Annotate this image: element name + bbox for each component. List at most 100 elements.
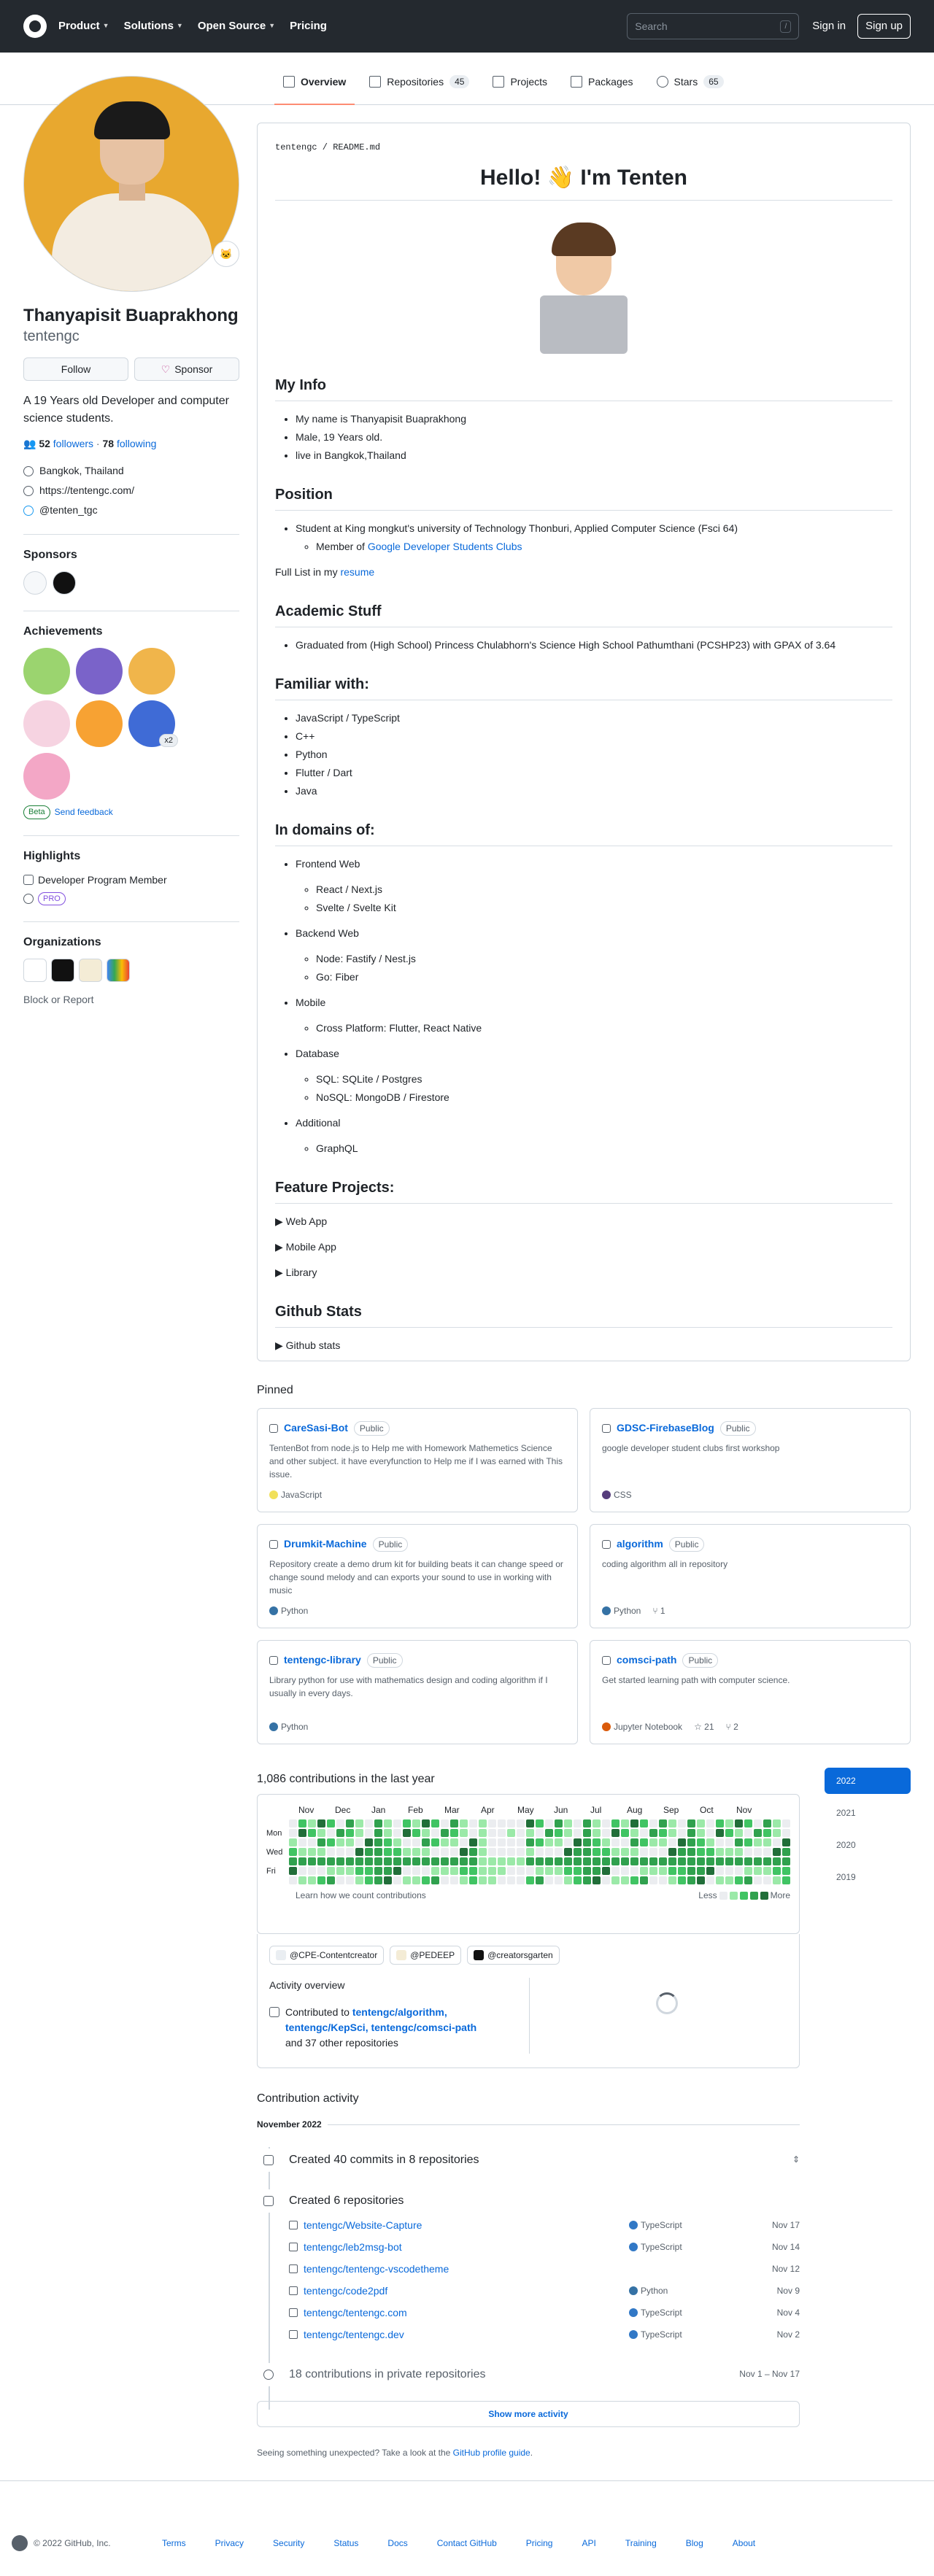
contribution-cell[interactable]: [659, 1819, 667, 1827]
contribution-cell[interactable]: [773, 1829, 781, 1837]
contribution-cell[interactable]: [469, 1867, 477, 1875]
contribution-cell[interactable]: [365, 1819, 373, 1827]
contribution-cell[interactable]: [384, 1857, 392, 1865]
contribution-cell[interactable]: [393, 1867, 401, 1875]
contribution-cell[interactable]: [517, 1838, 525, 1846]
contribution-cell[interactable]: [517, 1848, 525, 1856]
contribution-cell[interactable]: [697, 1876, 705, 1884]
contribution-cell[interactable]: [526, 1876, 534, 1884]
achievement-badge-icon[interactable]: [23, 753, 70, 800]
contribution-cell[interactable]: [479, 1857, 487, 1865]
contribution-cell[interactable]: [346, 1829, 354, 1837]
contribution-cell[interactable]: [450, 1848, 458, 1856]
contribution-cell[interactable]: [640, 1857, 648, 1865]
search-input[interactable]: Search /: [627, 13, 800, 39]
contribution-cell[interactable]: [564, 1867, 572, 1875]
contribution-cell[interactable]: [763, 1857, 771, 1865]
contribution-cell[interactable]: [545, 1829, 553, 1837]
contribution-cell[interactable]: [317, 1876, 325, 1884]
tab-overview[interactable]: Overview: [274, 67, 355, 105]
contribution-cell[interactable]: [649, 1876, 657, 1884]
contribution-cell[interactable]: [289, 1876, 297, 1884]
contribution-cell[interactable]: [630, 1838, 638, 1846]
contribution-cell[interactable]: [545, 1848, 553, 1856]
contribution-cell[interactable]: [308, 1819, 316, 1827]
contribution-cell[interactable]: [479, 1876, 487, 1884]
contribution-cell[interactable]: [744, 1819, 752, 1827]
contribution-cell[interactable]: [384, 1848, 392, 1856]
contribution-cell[interactable]: [773, 1848, 781, 1856]
contribution-cell[interactable]: [431, 1876, 439, 1884]
contribution-cell[interactable]: [564, 1829, 572, 1837]
contribution-cell[interactable]: [507, 1876, 515, 1884]
contribution-cell[interactable]: [441, 1876, 449, 1884]
contribution-cell[interactable]: [460, 1848, 468, 1856]
contribution-cell[interactable]: [564, 1819, 572, 1827]
contribution-cell[interactable]: [488, 1819, 496, 1827]
contribution-cell[interactable]: [725, 1867, 733, 1875]
contribution-cell[interactable]: [393, 1819, 401, 1827]
details-library[interactable]: ▶ Library: [275, 1265, 892, 1280]
sponsor-avatar[interactable]: [53, 571, 76, 595]
contribution-cell[interactable]: [706, 1838, 714, 1846]
contribution-cell[interactable]: [602, 1829, 610, 1837]
contribution-cell[interactable]: [555, 1876, 563, 1884]
fold-icon[interactable]: ⇕: [792, 2148, 800, 2166]
contribution-cell[interactable]: [441, 1867, 449, 1875]
contribution-cell[interactable]: [706, 1848, 714, 1856]
contribution-cell[interactable]: [574, 1838, 582, 1846]
forks-link[interactable]: ⑂ 2: [726, 1720, 738, 1733]
contribution-cell[interactable]: [317, 1867, 325, 1875]
contribution-cell[interactable]: [327, 1876, 335, 1884]
contribution-cell[interactable]: [298, 1829, 306, 1837]
contribution-cell[interactable]: [431, 1867, 439, 1875]
contribution-cell[interactable]: [649, 1829, 657, 1837]
contribution-cell[interactable]: [317, 1848, 325, 1856]
contribution-cell[interactable]: [574, 1848, 582, 1856]
contribution-cell[interactable]: [754, 1876, 762, 1884]
tab-packages[interactable]: Packages: [562, 67, 641, 96]
contribution-cell[interactable]: [517, 1867, 525, 1875]
contribution-cell[interactable]: [782, 1857, 790, 1865]
contribution-cell[interactable]: [346, 1819, 354, 1827]
contribution-cell[interactable]: [517, 1819, 525, 1827]
contribution-cell[interactable]: [441, 1819, 449, 1827]
contribution-cell[interactable]: [498, 1848, 506, 1856]
contribution-cell[interactable]: [403, 1867, 411, 1875]
contribution-cell[interactable]: [536, 1876, 544, 1884]
contribution-cell[interactable]: [393, 1838, 401, 1846]
contribution-cell[interactable]: [298, 1876, 306, 1884]
contribution-cell[interactable]: [678, 1838, 686, 1846]
contribution-cell[interactable]: [507, 1819, 515, 1827]
contribution-cell[interactable]: [630, 1876, 638, 1884]
contribution-cell[interactable]: [469, 1857, 477, 1865]
contribution-cell[interactable]: [602, 1819, 610, 1827]
nav-pricing[interactable]: Pricing: [290, 18, 327, 35]
contribution-cell[interactable]: [355, 1876, 363, 1884]
contribution-cell[interactable]: [602, 1848, 610, 1856]
contribution-cell[interactable]: [536, 1857, 544, 1865]
contribution-cell[interactable]: [593, 1848, 601, 1856]
achievement-badge-icon[interactable]: [128, 648, 175, 695]
contribution-cell[interactable]: [725, 1819, 733, 1827]
contribution-cell[interactable]: [744, 1857, 752, 1865]
contribution-cell[interactable]: [498, 1829, 506, 1837]
contribution-cell[interactable]: [744, 1867, 752, 1875]
pinned-repo-link[interactable]: tentengc-library: [284, 1652, 361, 1668]
contribution-cell[interactable]: [336, 1857, 344, 1865]
contribution-cell[interactable]: [611, 1819, 620, 1827]
resume-link[interactable]: resume: [340, 566, 374, 578]
year-2021[interactable]: 2021: [825, 1800, 911, 1826]
contribution-cell[interactable]: [374, 1838, 382, 1846]
contribution-cell[interactable]: [346, 1867, 354, 1875]
contribution-cell[interactable]: [678, 1867, 686, 1875]
contribution-cell[interactable]: [773, 1876, 781, 1884]
contribution-cell[interactable]: [668, 1848, 676, 1856]
contribution-cell[interactable]: [498, 1867, 506, 1875]
contribution-cell[interactable]: [678, 1819, 686, 1827]
contribution-cell[interactable]: [555, 1848, 563, 1856]
contribution-cell[interactable]: [602, 1876, 610, 1884]
contribution-cell[interactable]: [687, 1876, 695, 1884]
contribution-cell[interactable]: [602, 1838, 610, 1846]
contribution-cell[interactable]: [393, 1857, 401, 1865]
